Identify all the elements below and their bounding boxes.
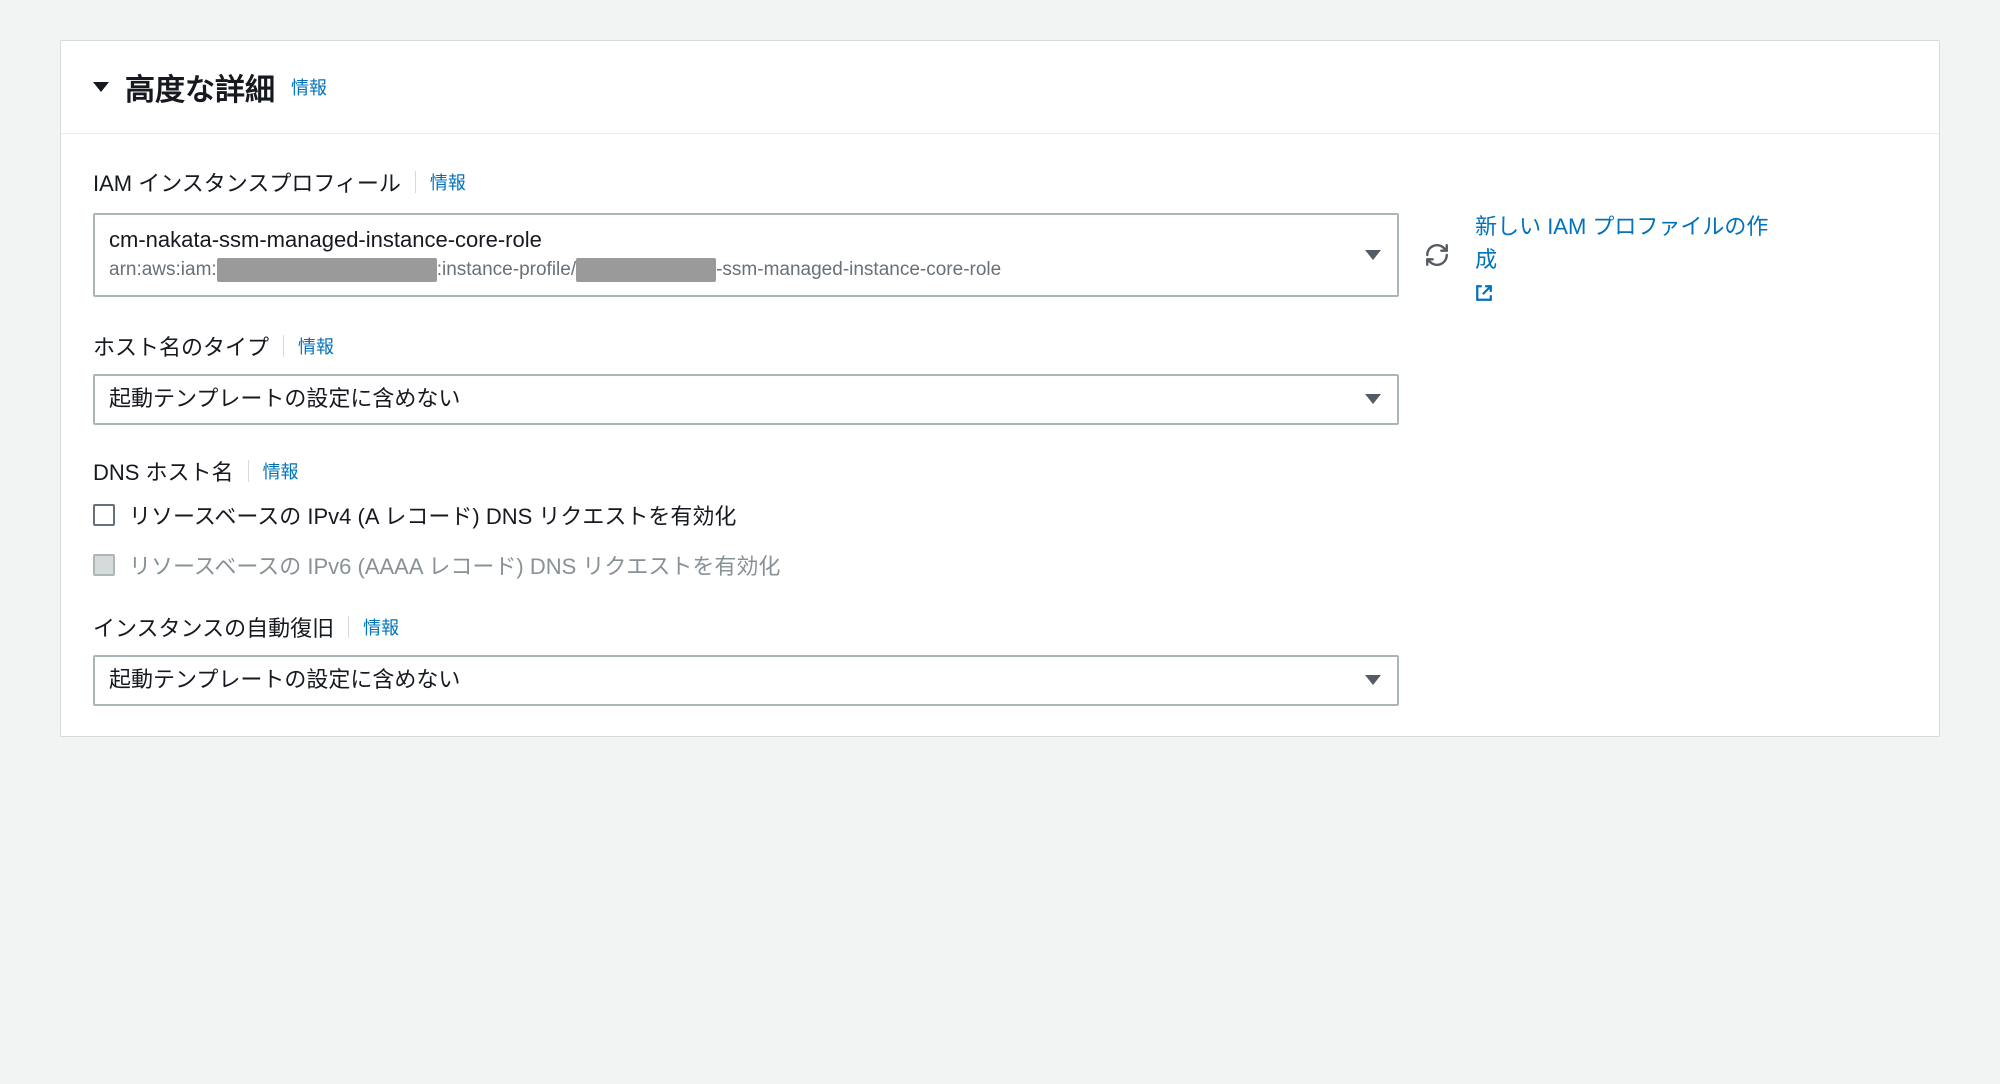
panel-body: IAM インスタンスプロフィール 情報 cm-nakata-ssm-manage… bbox=[61, 134, 1939, 736]
arn-suffix: -ssm-managed-instance-core-role bbox=[716, 256, 1001, 285]
dns-ipv4-checkbox[interactable] bbox=[93, 504, 115, 526]
auto-recovery-label: インスタンスの自動復旧 bbox=[93, 611, 334, 643]
advanced-details-panel: 高度な詳細 情報 IAM インスタンスプロフィール 情報 cm-nakata-s… bbox=[60, 40, 1940, 737]
divider bbox=[248, 460, 249, 482]
iam-label-row: IAM インスタンスプロフィール 情報 bbox=[93, 166, 1907, 198]
iam-profile-select[interactable]: cm-nakata-ssm-managed-instance-core-role… bbox=[93, 213, 1399, 296]
hostname-info-link[interactable]: 情報 bbox=[298, 333, 334, 359]
hostname-type-select[interactable]: 起動テンプレートの設定に含めない bbox=[93, 374, 1399, 425]
arn-mid: :instance-profile/ bbox=[437, 256, 576, 285]
iam-info-link[interactable]: 情報 bbox=[430, 169, 466, 195]
dns-label-row: DNS ホスト名 情報 bbox=[93, 455, 1907, 487]
auto-recovery-field-row: 起動テンプレートの設定に含めない bbox=[93, 655, 1907, 706]
redacted-block bbox=[217, 258, 437, 282]
auto-recovery-label-row: インスタンスの自動復旧 情報 bbox=[93, 611, 1907, 643]
iam-selected-arn: arn:aws:iam: :instance-profile/ -ssm-manag… bbox=[109, 256, 1353, 285]
dns-ipv6-label: リソースベースの IPv6 (AAAA レコード) DNS リクエストを有効化 bbox=[129, 549, 780, 581]
divider bbox=[348, 616, 349, 638]
refresh-button[interactable] bbox=[1417, 235, 1457, 275]
divider bbox=[283, 335, 284, 357]
external-link-icon bbox=[1475, 284, 1493, 302]
dns-ipv4-row: リソースベースの IPv4 (A レコード) DNS リクエストを有効化 bbox=[93, 499, 1907, 531]
chevron-down-icon bbox=[1365, 675, 1381, 685]
chevron-down-icon bbox=[1365, 394, 1381, 404]
auto-recovery-group: インスタンスの自動復旧 情報 起動テンプレートの設定に含めない bbox=[93, 611, 1907, 706]
iam-profile-group: IAM インスタンスプロフィール 情報 cm-nakata-ssm-manage… bbox=[93, 166, 1907, 300]
panel-title: 高度な詳細 bbox=[125, 65, 275, 109]
chevron-down-icon bbox=[1365, 250, 1381, 260]
refresh-icon bbox=[1424, 242, 1450, 268]
create-iam-profile-text: 新しい IAM プロファイルの作成 bbox=[1475, 210, 1775, 276]
dns-ipv6-row: リソースベースの IPv6 (AAAA レコード) DNS リクエストを有効化 bbox=[93, 549, 1907, 581]
panel-header[interactable]: 高度な詳細 情報 bbox=[61, 41, 1939, 134]
dns-ipv6-checkbox bbox=[93, 554, 115, 576]
arn-prefix: arn:aws:iam: bbox=[109, 256, 217, 285]
hostname-type-group: ホスト名のタイプ 情報 起動テンプレートの設定に含めない bbox=[93, 330, 1907, 425]
dns-ipv4-label: リソースベースの IPv4 (A レコード) DNS リクエストを有効化 bbox=[129, 499, 736, 531]
caret-down-icon bbox=[93, 82, 109, 92]
hostname-selected: 起動テンプレートの設定に含めない bbox=[109, 384, 1353, 415]
dns-label: DNS ホスト名 bbox=[93, 455, 234, 487]
auto-recovery-select[interactable]: 起動テンプレートの設定に含めない bbox=[93, 655, 1399, 706]
hostname-field-row: 起動テンプレートの設定に含めない bbox=[93, 374, 1907, 425]
hostname-label: ホスト名のタイプ bbox=[93, 330, 269, 362]
dns-hostname-group: DNS ホスト名 情報 リソースベースの IPv4 (A レコード) DNS リ… bbox=[93, 455, 1907, 581]
iam-field-row: cm-nakata-ssm-managed-instance-core-role… bbox=[93, 210, 1907, 300]
auto-recovery-info-link[interactable]: 情報 bbox=[363, 614, 399, 640]
iam-selected-name: cm-nakata-ssm-managed-instance-core-role bbox=[109, 225, 1353, 256]
redacted-block bbox=[576, 258, 716, 282]
divider bbox=[415, 171, 416, 193]
create-iam-profile-link[interactable]: 新しい IAM プロファイルの作成 bbox=[1475, 210, 1775, 300]
hostname-label-row: ホスト名のタイプ 情報 bbox=[93, 330, 1907, 362]
panel-info-link[interactable]: 情報 bbox=[291, 74, 327, 100]
auto-recovery-selected: 起動テンプレートの設定に含めない bbox=[109, 665, 1353, 696]
iam-label: IAM インスタンスプロフィール bbox=[93, 166, 401, 198]
dns-info-link[interactable]: 情報 bbox=[263, 458, 299, 484]
